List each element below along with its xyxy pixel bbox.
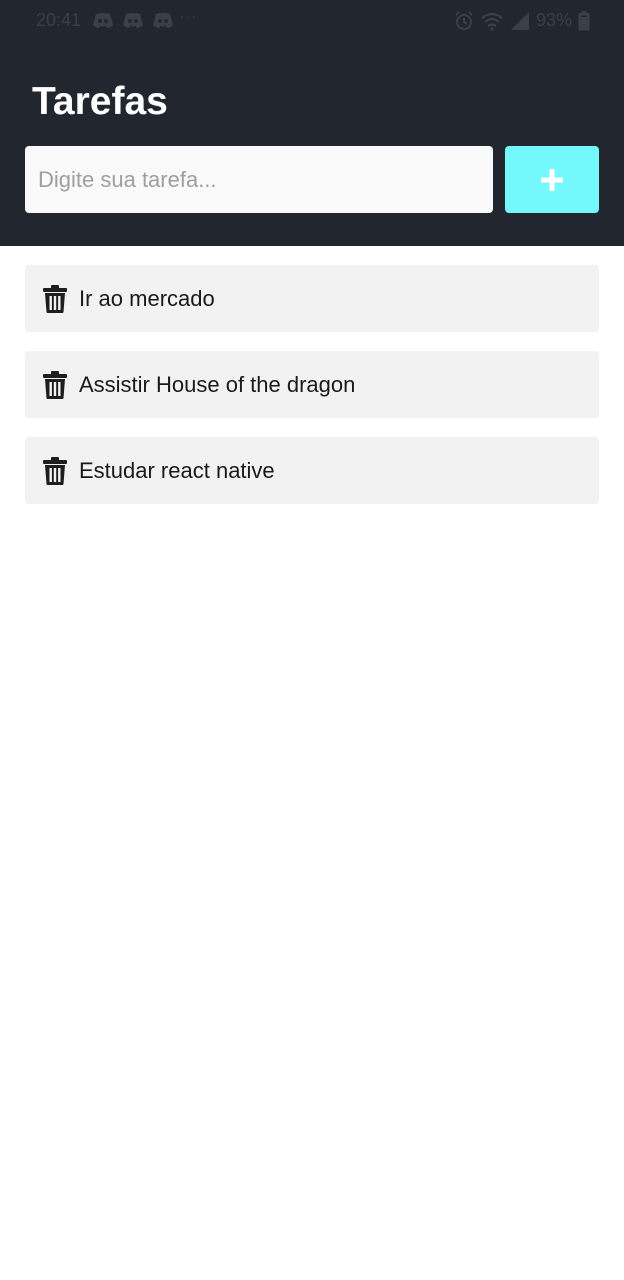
discord-icon [153,13,173,28]
battery-percent: 93% [535,10,572,30]
status-bar: 20:41 ··· 93% [0,0,624,44]
task-label: Estudar react native [79,457,275,483]
trash-icon[interactable] [43,284,67,313]
task-label: Ir ao mercado [79,285,215,311]
add-task-button[interactable] [505,146,599,213]
system-status-icons: 93% [454,10,590,31]
trash-icon[interactable] [43,456,67,485]
more-notifications-dots: ··· [180,8,197,24]
task-item: Assistir House of the dragon [25,351,599,418]
battery-icon [578,10,590,30]
app-header: 20:41 ··· 93% Tarefas [0,0,624,246]
task-item: Ir ao mercado [25,265,599,332]
task-list: Ir ao mercado Assistir House of the drag… [25,265,599,523]
notification-icons [92,12,174,29]
page-title: Tarefas [32,80,168,123]
discord-icon [123,13,143,28]
alarm-icon [455,10,473,30]
trash-icon[interactable] [43,370,67,399]
discord-icon [93,13,113,28]
wifi-icon [481,12,503,31]
plus-icon [541,168,563,191]
status-time: 20:41 [36,10,82,30]
task-item: Estudar react native [25,437,599,504]
task-input[interactable] [25,146,493,213]
signal-icon [510,11,529,30]
task-label: Assistir House of the dragon [79,371,356,397]
